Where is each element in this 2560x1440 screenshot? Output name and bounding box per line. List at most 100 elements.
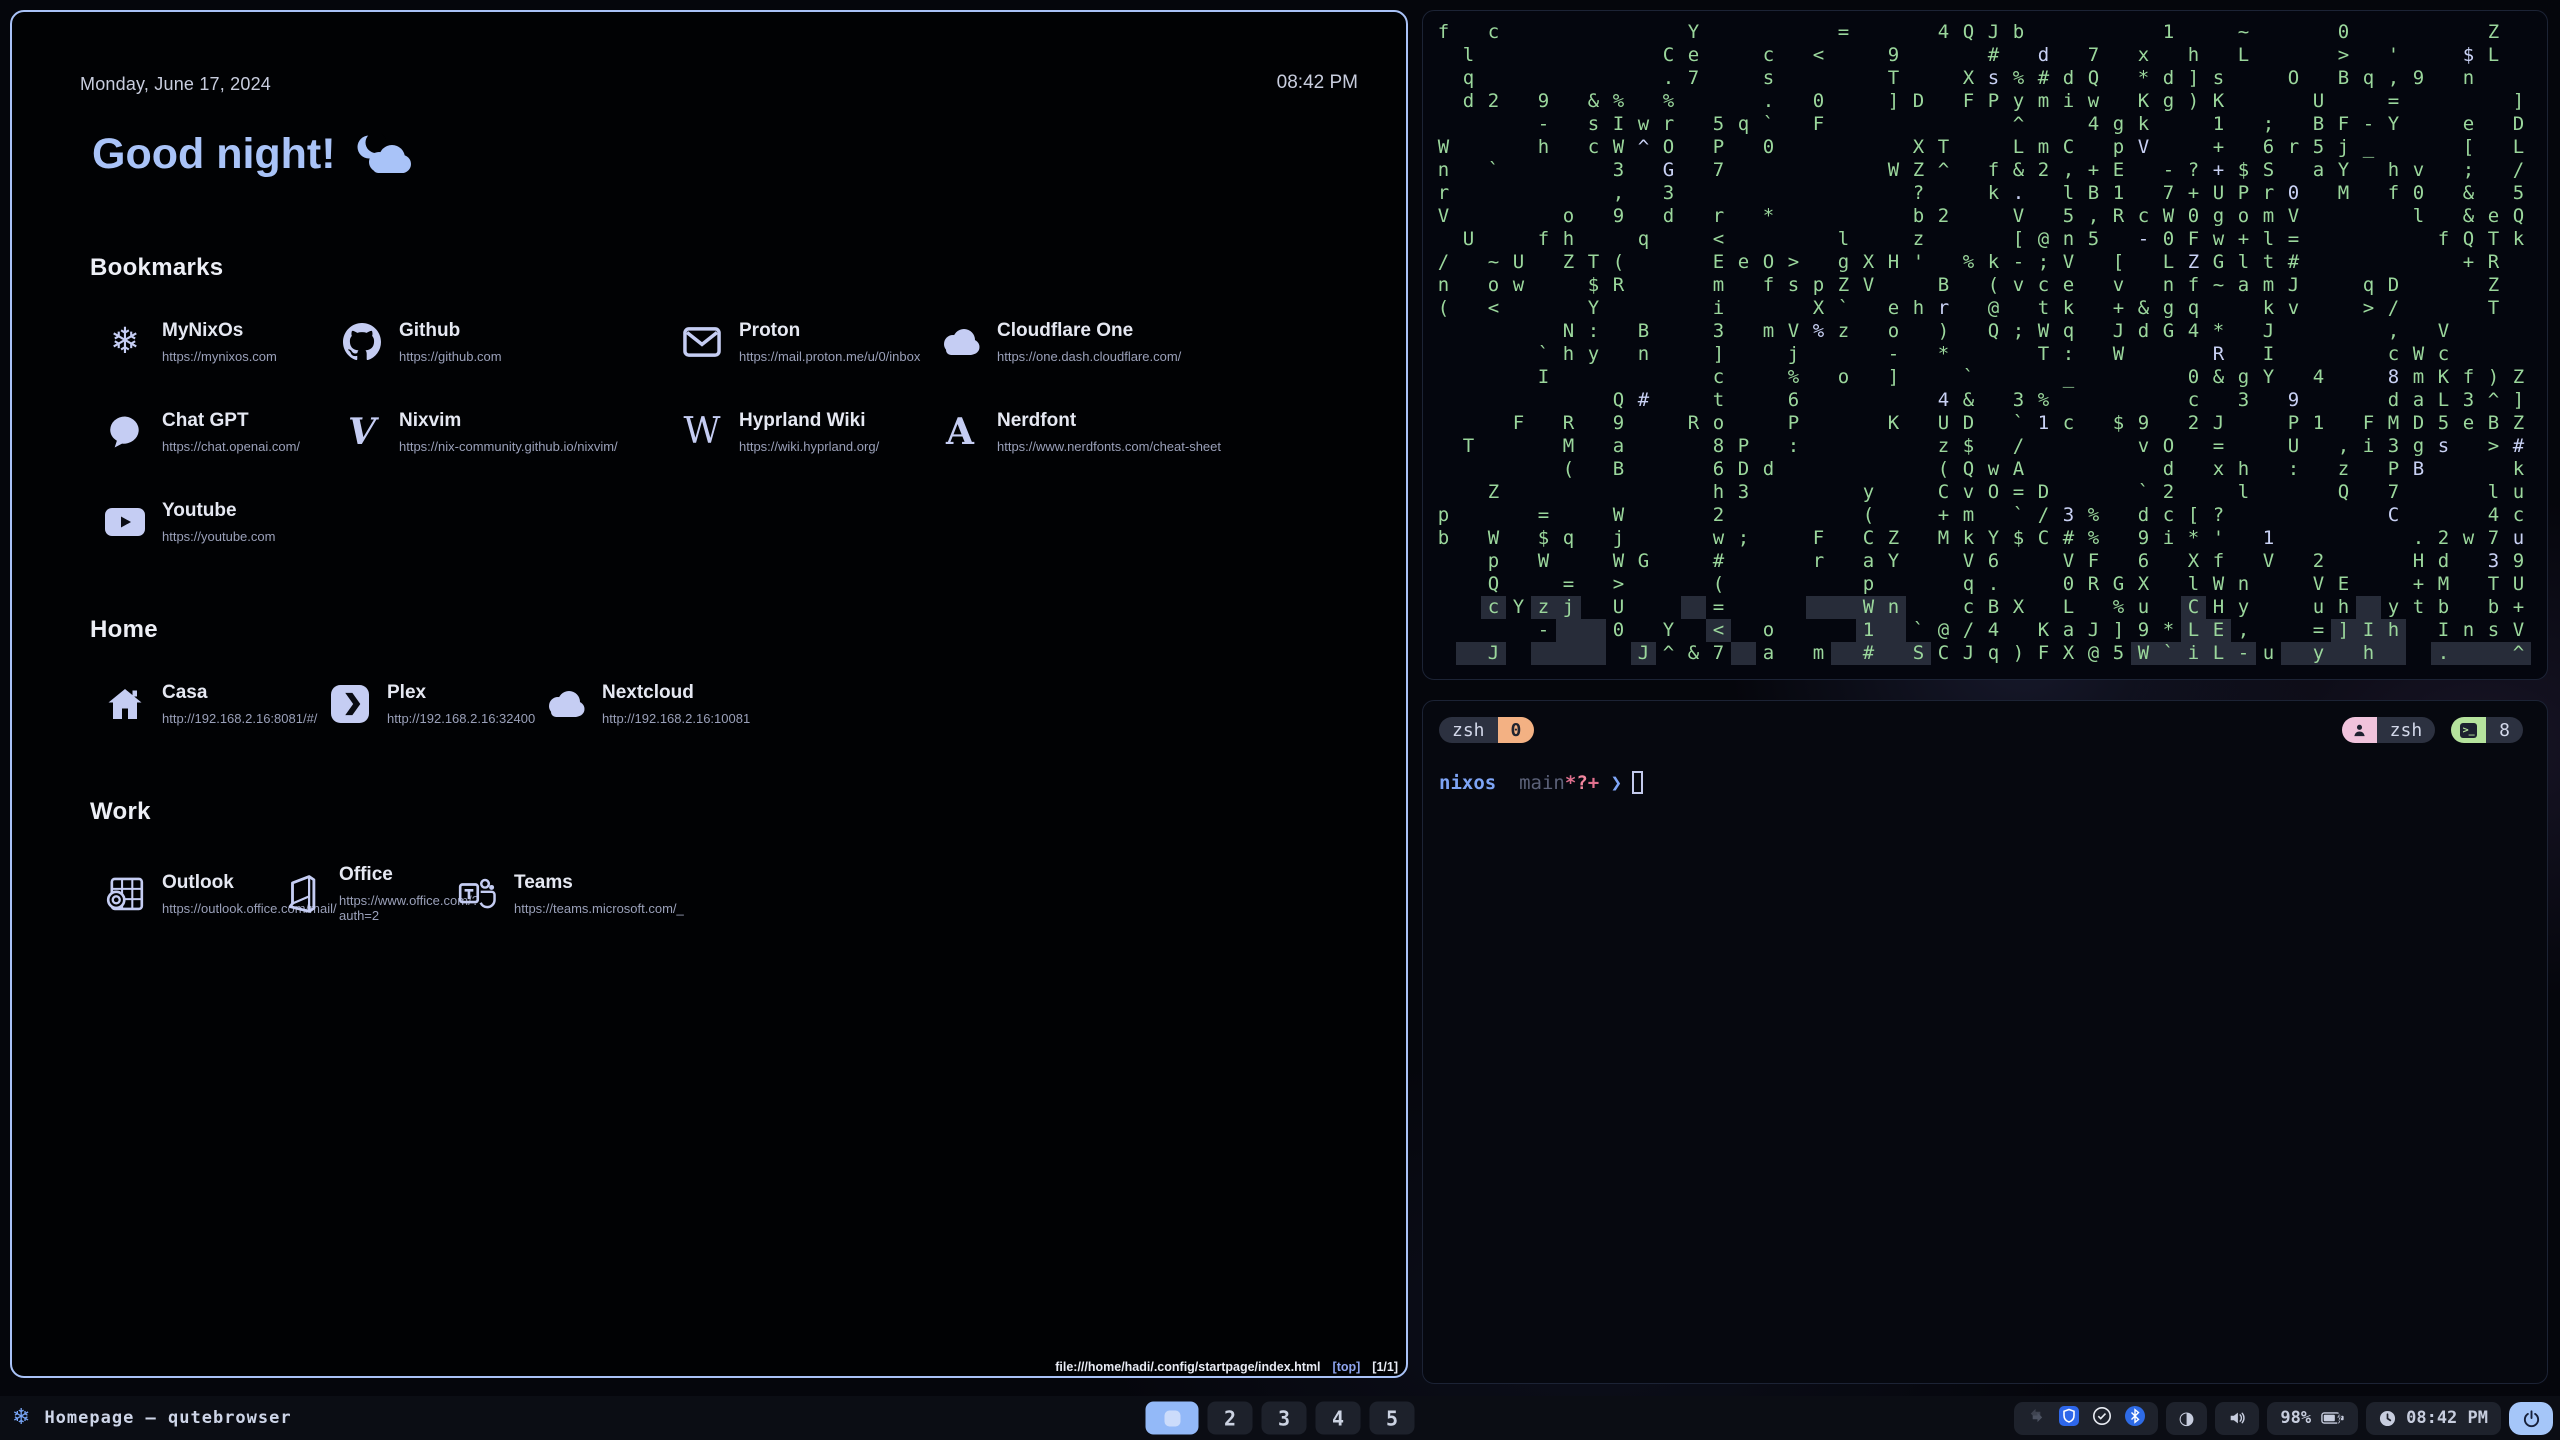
pane-count: 8	[2486, 717, 2523, 743]
matrix-glyph: n	[2456, 619, 2481, 642]
night-light-toggle[interactable]: ◑	[2166, 1402, 2208, 1435]
shield-icon[interactable]	[2059, 1406, 2079, 1431]
bluetooth-icon[interactable]	[2125, 1406, 2145, 1431]
matrix-glyph: l	[2181, 573, 2206, 596]
matrix-glyph: V	[2056, 251, 2081, 274]
page-time: 08:42 PM	[1277, 72, 1358, 94]
matrix-glyph: w	[2456, 527, 2481, 550]
battery-indicator[interactable]: 98%	[2267, 1402, 2358, 1435]
system-tray	[2014, 1402, 2158, 1435]
sync-arrows-icon[interactable]	[2027, 1406, 2046, 1430]
matrix-glyph	[1731, 642, 1756, 665]
matrix-glyph: X	[1806, 297, 1831, 320]
matrix-glyph: i	[2181, 642, 2206, 665]
bookmark-item[interactable]: Teamshttps://teams.microsoft.com/_	[442, 864, 1366, 923]
prompt-arrow: ❯	[1611, 772, 1622, 794]
matrix-glyph: W	[2406, 343, 2431, 366]
matrix-glyph: K	[2031, 619, 2056, 642]
workspace-button-1[interactable]	[1146, 1402, 1199, 1435]
matrix-glyph: S	[2256, 159, 2281, 182]
matrix-glyph: a	[1856, 550, 1881, 573]
power-button[interactable]	[2509, 1402, 2553, 1435]
matrix-glyph: k	[2256, 297, 2281, 320]
matrix-glyph: Z	[1556, 251, 1581, 274]
matrix-glyph: 5	[2506, 182, 2531, 205]
bookmark-item[interactable]: WHyprland Wikihttps://wiki.hyprland.org/	[667, 410, 925, 454]
workspace-button-5[interactable]: 5	[1370, 1402, 1415, 1435]
volume-button[interactable]	[2215, 1402, 2259, 1435]
bookmark-item[interactable]: Youtubehttps://youtube.com	[90, 500, 327, 544]
workspace-button-3[interactable]: 3	[1262, 1402, 1307, 1435]
matrix-glyph: `	[1906, 619, 1931, 642]
matrix-glyph: J	[2256, 320, 2281, 343]
shell-prompt[interactable]: nixos main*?+ ❯	[1439, 771, 2547, 794]
bookmark-item[interactable]: ANerdfonthttps://www.nerdfonts.com/cheat…	[925, 410, 1366, 454]
cloud-icon	[544, 683, 586, 725]
terminal-matrix-window[interactable]: fWnrV/n(pblqdUTc2`~o<ZWpQcJUwFY9-hf`I=$W…	[1422, 10, 2548, 680]
matrix-glyph: $	[1531, 527, 1556, 550]
session-pane-pill[interactable]: >_ 8	[2451, 717, 2523, 743]
matrix-glyph: z	[1531, 596, 1556, 619]
bookmark-item[interactable]: VNixvimhttps://nix-community.github.io/n…	[327, 410, 667, 454]
matrix-glyph: *	[2156, 619, 2181, 642]
matrix-glyph: 4	[2481, 504, 2506, 527]
matrix-glyph: f	[2206, 550, 2231, 573]
matrix-glyph: Q	[1606, 389, 1631, 412]
matrix-glyph: n	[2156, 274, 2181, 297]
session-user-pill[interactable]: zsh	[2342, 717, 2436, 743]
bookmark-item[interactable]: Plexhttp://192.168.2.16:32400	[315, 682, 530, 726]
bookmark-item[interactable]: Cloudflare Onehttps://one.dash.cloudflar…	[925, 320, 1366, 364]
bookmark-item[interactable]: Githubhttps://github.com	[327, 320, 667, 364]
matrix-glyph: 5	[2081, 228, 2106, 251]
matrix-glyph: q	[1956, 573, 1981, 596]
clock-widget[interactable]: 08:42 PM	[2366, 1402, 2501, 1435]
bookmark-item[interactable]: Nextcloudhttp://192.168.2.16:10081	[530, 682, 1366, 726]
bookmark-label: Nextcloud	[602, 682, 750, 704]
matrix-glyph: h	[1531, 136, 1556, 159]
taskbar: ❄ Homepage — qutebrowser 2345 ◑	[0, 1396, 2560, 1440]
matrix-glyph: =	[2381, 90, 2406, 113]
matrix-glyph: '	[2381, 44, 2406, 67]
bookmark-url: https://youtube.com	[162, 529, 275, 544]
matrix-glyph: f	[2181, 274, 2206, 297]
matrix-glyph: &	[2131, 297, 2156, 320]
workspace-button-2[interactable]: 2	[1208, 1402, 1253, 1435]
bookmark-item[interactable]: Chat GPThttps://chat.openai.com/	[90, 410, 327, 454]
matrix-glyph: H	[2206, 596, 2231, 619]
matrix-glyph: 9	[1881, 44, 1906, 67]
matrix-glyph: d	[2131, 320, 2156, 343]
terminal-tab-zsh[interactable]: zsh 0	[1439, 717, 1534, 743]
matrix-glyph: q	[1631, 228, 1656, 251]
bookmark-item[interactable]: Casahttp://192.168.2.16:8081/#/	[90, 682, 315, 726]
matrix-glyph: Z	[2481, 21, 2506, 44]
matrix-glyph: T	[2481, 297, 2506, 320]
matrix-glyph: D	[1906, 90, 1931, 113]
matrix-glyph: F	[2081, 550, 2106, 573]
matrix-glyph: r	[1431, 182, 1456, 205]
matrix-glyph: D	[1956, 412, 1981, 435]
bookmark-item[interactable]: Protonhttps://mail.proton.me/u/0/inbox	[667, 320, 925, 364]
matrix-glyph: <	[1481, 297, 1506, 320]
matrix-glyph: -	[2231, 642, 2256, 665]
matrix-glyph: -	[1531, 619, 1556, 642]
matrix-glyph: '	[1906, 251, 1931, 274]
matrix-glyph: 1	[2156, 21, 2181, 44]
matrix-glyph: V	[1856, 274, 1881, 297]
bookmark-item[interactable]: Outlookhttps://outlook.office.com/mail/	[90, 864, 267, 923]
matrix-glyph: c	[1481, 596, 1506, 619]
matrix-glyph: h	[1556, 228, 1581, 251]
matrix-glyph: e	[1881, 297, 1906, 320]
terminal-shell-window[interactable]: zsh 0 zsh >_ 8 nixos main*?+ ❯	[1422, 700, 2548, 1384]
matrix-glyph: +	[2231, 228, 2256, 251]
matrix-glyph: q	[1731, 113, 1756, 136]
office-icon	[281, 873, 323, 915]
matrix-glyph: 0	[2331, 21, 2356, 44]
matrix-glyph: C	[1856, 527, 1881, 550]
bookmark-item[interactable]: ❄MyNixOshttps://mynixos.com	[90, 320, 327, 364]
matrix-glyph: /	[1956, 619, 1981, 642]
matrix-glyph: o	[1706, 412, 1731, 435]
matrix-glyph: T	[1581, 251, 1606, 274]
bookmark-item[interactable]: Officehttps://www.office.com/?auth=2	[267, 864, 442, 923]
check-circle-icon[interactable]	[2092, 1406, 2112, 1431]
workspace-button-4[interactable]: 4	[1316, 1402, 1361, 1435]
